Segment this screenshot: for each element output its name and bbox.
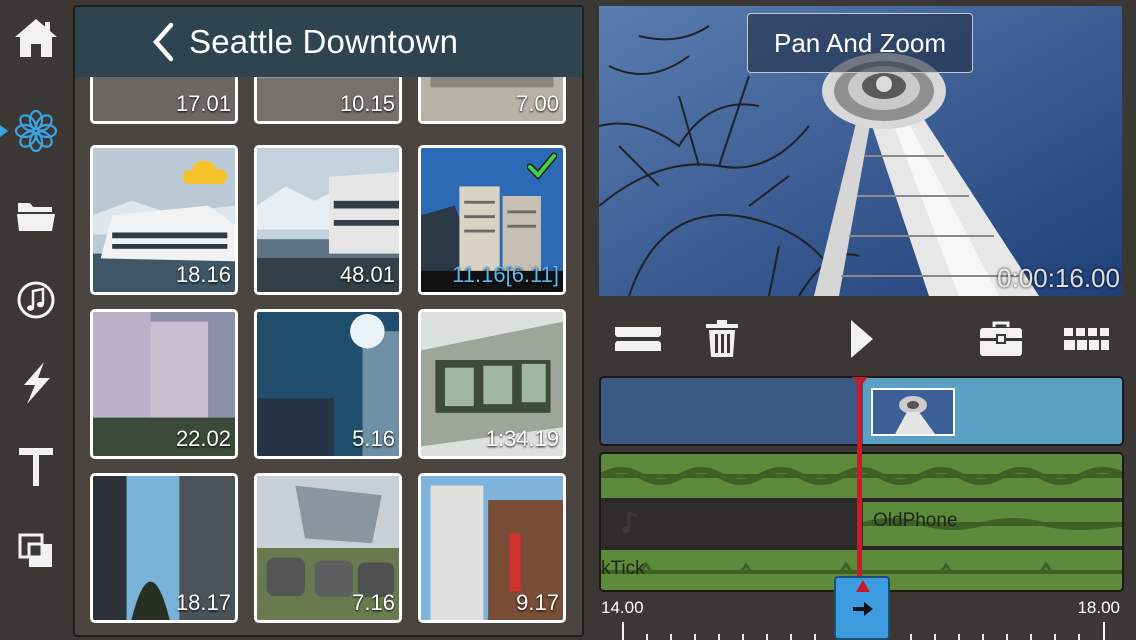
cloud-icon [182, 160, 227, 184]
lightning-icon [24, 362, 50, 404]
toolbox-button[interactable] [976, 315, 1026, 363]
folder-icon [17, 203, 55, 231]
media-thumbnail-selected[interactable]: 11.16[6.11] [418, 145, 566, 295]
tool-rail [0, 0, 72, 640]
audio-clip-label: OldPhone [873, 510, 958, 531]
clip-duration: 7.16 [352, 590, 395, 615]
playhead-marker [856, 580, 870, 592]
play-button[interactable] [846, 315, 878, 363]
arrow-right-icon [853, 602, 873, 616]
audio-lane-2-empty [601, 502, 863, 546]
clip-duration: 1:34.19 [485, 426, 559, 451]
music-note-icon [622, 511, 638, 533]
pan-and-zoom-button[interactable]: Pan And Zoom [747, 13, 973, 73]
storyboard-icon [1064, 328, 1109, 350]
media-thumbnail[interactable]: 48.01 [254, 145, 402, 295]
media-thumbnail[interactable]: 18.17 [90, 473, 238, 623]
toolbox-icon [980, 321, 1022, 356]
clip-duration: 18.16 [175, 262, 231, 287]
playhead-line [857, 378, 862, 584]
browser-header[interactable]: Seattle Downtown [75, 7, 582, 77]
clip-duration: 11.16[6.11] [452, 262, 559, 287]
album-title: Seattle Downtown [189, 23, 459, 60]
media-thumbnail[interactable]: 18.16 [90, 145, 238, 295]
clip-duration: 48.01 [339, 262, 395, 287]
playhead-handle[interactable] [834, 576, 890, 640]
music-button[interactable] [0, 270, 72, 330]
back-chevron-icon[interactable] [151, 22, 175, 62]
overlay-button[interactable] [0, 521, 72, 581]
audio-clip-label: kTick [601, 558, 645, 579]
clip-duration: 10.15 [339, 91, 395, 116]
clip-duration: 17.01 [175, 91, 231, 116]
effects-icon [14, 109, 58, 153]
media-browser: Seattle Downtown 17.01 10.15 7.00 18.16 … [73, 5, 584, 637]
split-clip-icon [615, 327, 661, 351]
split-clip-button[interactable] [612, 315, 664, 363]
media-thumbnail[interactable]: 22.02 [90, 309, 238, 459]
playhead-top-marker [852, 377, 868, 387]
effects-button[interactable] [0, 101, 72, 161]
checkmark-icon [527, 152, 557, 180]
delete-button[interactable] [700, 315, 744, 363]
audio-lane-2[interactable]: OldPhone [863, 502, 1122, 546]
media-folder-button[interactable] [0, 186, 72, 246]
storyboard-button[interactable] [1060, 315, 1112, 363]
ruler-end-label: 18.00 [1077, 598, 1120, 617]
ruler-start-label: 14.00 [601, 598, 644, 617]
text-icon [19, 448, 53, 486]
play-icon [851, 320, 873, 358]
clip-duration: 9.17 [516, 590, 559, 615]
clip-duration: 5.16 [352, 426, 395, 451]
media-thumbnail[interactable]: 5.16 [254, 309, 402, 459]
media-thumbnail[interactable]: 1:34.19 [418, 309, 566, 459]
transitions-button[interactable] [0, 353, 72, 413]
home-icon [15, 19, 57, 57]
music-icon [17, 281, 55, 319]
media-thumbnail[interactable]: 7.16 [254, 473, 402, 623]
preview-timecode: 0:00:16.00 [997, 263, 1120, 293]
home-button[interactable] [0, 8, 72, 68]
clip-thumbnail [871, 388, 955, 436]
media-thumbnail[interactable]: 9.17 [418, 473, 566, 623]
overlay-icon [18, 533, 52, 567]
clip-duration: 18.17 [175, 590, 231, 615]
clip-duration: 7.00 [516, 91, 559, 116]
trash-icon [706, 320, 738, 357]
clip-duration: 22.02 [175, 426, 231, 451]
video-preview[interactable]: Pan And Zoom 0:00:16.00 [599, 6, 1122, 296]
titles-button[interactable] [0, 437, 72, 497]
